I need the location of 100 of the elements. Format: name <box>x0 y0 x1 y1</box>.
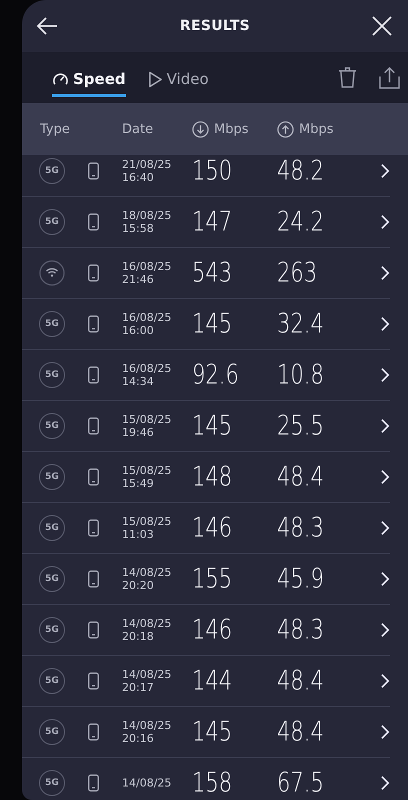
test-time: 15:49 <box>122 477 155 490</box>
download-speed: 145 <box>192 410 232 442</box>
test-time: 21:46 <box>122 273 155 286</box>
column-header: Date <box>122 122 154 136</box>
phone-icon <box>88 468 99 486</box>
network-badge: 5G <box>39 158 65 184</box>
network-badge: 5G <box>39 311 65 337</box>
test-date: 16/08/25 <box>122 311 172 324</box>
wifi-icon <box>39 260 65 286</box>
download-speed: 150 <box>192 156 232 186</box>
column-header: Type <box>40 122 70 136</box>
chevron-right-icon[interactable] <box>381 622 390 638</box>
chevron-right-icon[interactable] <box>381 470 390 484</box>
test-date: 16/08/25 <box>122 260 172 273</box>
upload-speed: 48.3 <box>277 512 324 544</box>
test-date: 14/08/25 <box>122 668 172 681</box>
test-date: 18/08/25 <box>122 209 172 222</box>
phone-icon <box>88 366 99 384</box>
phone-icon <box>88 774 99 792</box>
phone-icon <box>88 724 99 740</box>
test-date: 14/08/25 <box>122 617 172 630</box>
download-speed: 148 <box>192 462 232 492</box>
upload-speed: 24.2 <box>277 206 324 238</box>
download-speed: 144 <box>192 666 232 696</box>
play-icon <box>148 70 163 88</box>
upload-icon <box>277 120 294 138</box>
test-time: 19:46 <box>122 426 155 439</box>
chevron-right-icon[interactable] <box>381 266 390 280</box>
chevron-right-icon[interactable] <box>381 724 390 740</box>
network-badge: 5G <box>39 362 65 388</box>
phone-icon <box>88 520 99 536</box>
network-badge: 5G <box>39 719 65 745</box>
phone-icon <box>88 418 99 434</box>
download-speed: 155 <box>192 564 232 594</box>
download-speed: 543 <box>192 258 232 288</box>
tab[interactable]: Speed <box>52 62 126 97</box>
delete-icon[interactable] <box>338 66 357 89</box>
test-date: 14/08/25 <box>122 719 172 732</box>
download-icon <box>192 120 209 138</box>
upload-speed: 25.5 <box>277 410 324 442</box>
chevron-right-icon[interactable] <box>381 316 390 332</box>
download-speed: 146 <box>192 614 232 646</box>
network-badge: 5G <box>39 617 65 643</box>
test-time: 16:40 <box>122 171 155 184</box>
chevron-right-icon[interactable] <box>381 776 390 790</box>
network-badge: 5G <box>39 770 65 796</box>
upload-speed: 48.4 <box>277 716 324 748</box>
test-date: 16/08/25 <box>122 362 172 375</box>
network-badge: 5G <box>39 515 65 541</box>
phone-icon <box>88 162 99 180</box>
phone-icon <box>88 570 99 588</box>
download-speed: 146 <box>192 512 232 544</box>
upload-speed: 67.5 <box>277 768 324 798</box>
test-date: 15/08/25 <box>122 464 172 477</box>
upload-speed: 32.4 <box>277 308 324 340</box>
chevron-right-icon[interactable] <box>381 520 390 536</box>
download-speed: 145 <box>192 716 232 748</box>
screen-title: RESULTS <box>180 18 250 34</box>
upload-speed: 48.2 <box>277 156 324 186</box>
upload-speed: 48.4 <box>277 462 324 492</box>
test-date: 15/08/25 <box>122 515 172 528</box>
column-header: Mbps <box>214 122 248 136</box>
chevron-right-icon[interactable] <box>381 164 390 178</box>
phone-icon <box>88 672 99 690</box>
upload-speed: 45.9 <box>277 564 324 594</box>
back-icon[interactable] <box>36 17 58 35</box>
network-badge: 5G <box>39 413 65 439</box>
share-icon[interactable] <box>379 66 400 89</box>
download-speed: 147 <box>192 206 232 238</box>
test-time: 14:34 <box>122 375 155 388</box>
chevron-right-icon[interactable] <box>381 572 390 586</box>
upload-speed: 263 <box>277 258 318 288</box>
test-time: 16:00 <box>122 324 155 337</box>
chevron-right-icon[interactable] <box>381 418 390 434</box>
network-badge: 5G <box>39 566 65 592</box>
chevron-right-icon[interactable] <box>381 674 390 688</box>
test-time: 15:58 <box>122 222 155 235</box>
chevron-right-icon[interactable] <box>381 214 390 230</box>
upload-speed: 48.4 <box>277 666 324 696</box>
close-icon[interactable] <box>372 16 392 36</box>
phone-icon <box>88 316 99 332</box>
upload-speed: 10.8 <box>277 360 324 390</box>
phone-icon <box>88 214 99 230</box>
gauge-icon <box>52 70 69 88</box>
test-time: 20:16 <box>122 732 155 745</box>
network-badge: 5G <box>39 209 65 235</box>
test-date: 14/08/25 <box>122 566 172 579</box>
test-time: 20:17 <box>122 681 155 694</box>
test-time: 20:20 <box>122 579 155 592</box>
network-badge: 5G <box>39 464 65 490</box>
test-date: 21/08/25 <box>122 158 172 171</box>
chevron-right-icon[interactable] <box>381 368 390 382</box>
download-speed: 92.6 <box>192 360 239 390</box>
phone-icon <box>88 264 99 282</box>
download-speed: 158 <box>192 768 232 798</box>
tab[interactable]: Video <box>148 62 209 97</box>
test-date: 14/08/25 <box>122 776 172 790</box>
download-speed: 145 <box>192 308 232 340</box>
upload-speed: 48.3 <box>277 614 324 646</box>
test-time: 11:03 <box>122 528 155 541</box>
